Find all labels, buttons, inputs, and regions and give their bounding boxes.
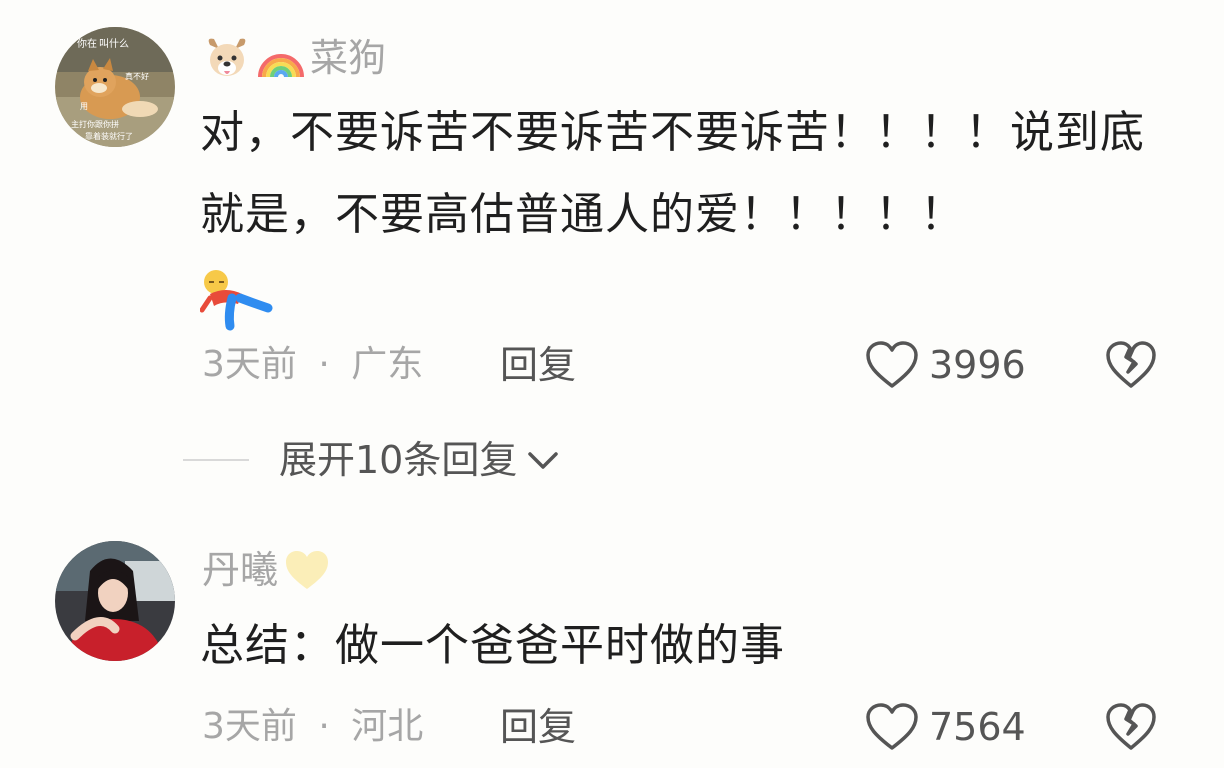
timestamp: 3天前 bbox=[202, 706, 297, 747]
comment-text[interactable]: 对，不要诉苦不要诉苦不要诉苦！！！！说到底就是，不要高估普通人的爱！！！！！ bbox=[199, 92, 1180, 338]
meta-separator: · bbox=[318, 706, 330, 747]
chevron-down-icon bbox=[528, 452, 559, 469]
expand-replies-label: 展开10条回复 bbox=[279, 438, 518, 482]
shiba-dog-avatar-icon: 你在 叫什么 真不好 用 主打你跟你拼 靠着装就行了 bbox=[55, 27, 175, 147]
broken-heart-icon bbox=[1106, 341, 1156, 388]
like-button[interactable]: 7564 bbox=[865, 702, 1026, 752]
timestamp: 3天前 bbox=[202, 344, 297, 385]
yellow-heart-emoji-icon bbox=[282, 545, 332, 595]
username[interactable]: 丹曦 bbox=[202, 545, 332, 595]
dog-face-emoji-icon bbox=[202, 33, 252, 83]
heart-outline-icon bbox=[866, 703, 918, 750]
rainbow-emoji-icon bbox=[256, 33, 306, 83]
divider bbox=[183, 459, 249, 461]
location: 河北 bbox=[351, 706, 424, 747]
comment-meta: 3天前 · 河北 bbox=[202, 702, 423, 752]
comment-meta: 3天前 · 广东 bbox=[202, 340, 423, 390]
comments-list: 你在 叫什么 真不好 用 主打你跟你拼 靠着装就行了 菜狗 对，不要诉苦不要诉苦… bbox=[0, 0, 1224, 768]
like-button[interactable]: 3996 bbox=[865, 340, 1026, 390]
dislike-button[interactable] bbox=[1105, 340, 1157, 390]
avatar[interactable] bbox=[55, 541, 175, 661]
avatar-caption: 用 bbox=[80, 102, 88, 111]
reply-button[interactable]: 回复 bbox=[500, 702, 576, 752]
avatar-caption: 真不好 bbox=[125, 71, 149, 81]
avatar-caption: 你在 bbox=[77, 37, 97, 50]
lying-down-emoji-icon bbox=[199, 264, 274, 334]
location: 广东 bbox=[351, 344, 424, 385]
heart-outline-icon bbox=[866, 341, 918, 388]
expand-replies[interactable]: 展开10条回复 bbox=[183, 432, 561, 488]
like-count: 3996 bbox=[929, 343, 1026, 387]
username-text: 菜狗 bbox=[310, 36, 387, 80]
like-count: 7564 bbox=[929, 705, 1026, 749]
comment-text[interactable]: 总结：做一个爸爸平时做的事 bbox=[200, 605, 1180, 687]
avatar-caption: 主打你跟你拼 bbox=[71, 119, 119, 129]
reply-button[interactable]: 回复 bbox=[500, 340, 576, 390]
comment-body: 对，不要诉苦不要诉苦不要诉苦！！！！说到底就是，不要高估普通人的爱！！！！！ bbox=[200, 107, 1145, 240]
avatar-caption: 叫什么 bbox=[99, 38, 129, 50]
avatar-caption: 靠着装就行了 bbox=[85, 131, 133, 141]
username-text: 丹曦 bbox=[202, 548, 279, 592]
broken-heart-icon bbox=[1106, 703, 1156, 750]
dislike-button[interactable] bbox=[1105, 702, 1157, 752]
woman-portrait-avatar-icon bbox=[55, 541, 175, 661]
comment-body: 总结：做一个爸爸平时做的事 bbox=[200, 620, 785, 671]
avatar[interactable]: 你在 叫什么 真不好 用 主打你跟你拼 靠着装就行了 bbox=[55, 27, 175, 147]
username[interactable]: 菜狗 bbox=[202, 33, 386, 83]
meta-separator: · bbox=[318, 344, 330, 385]
